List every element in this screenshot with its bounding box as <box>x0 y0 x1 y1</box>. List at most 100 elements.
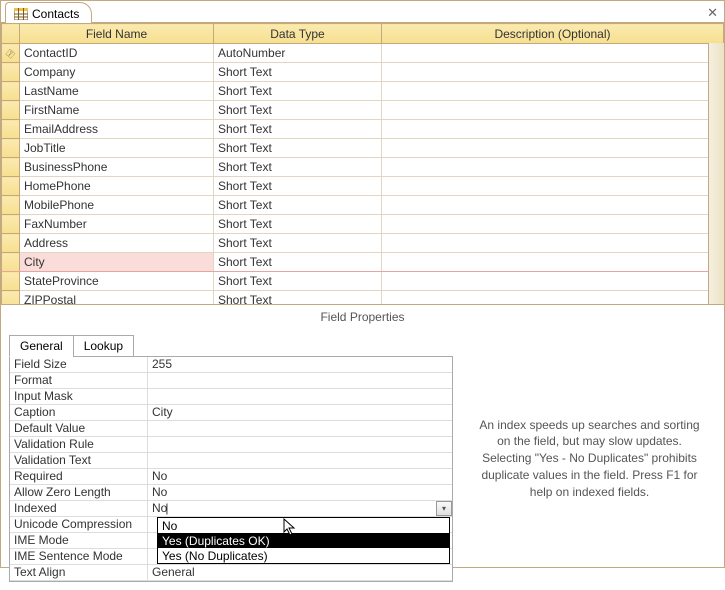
field-name-cell[interactable]: ZIPPostal <box>20 291 214 306</box>
indexed-dropdown-list[interactable]: No Yes (Duplicates OK) Yes (No Duplicate… <box>157 517 450 564</box>
table-row[interactable]: CityShort Text <box>2 253 724 272</box>
data-type-cell[interactable]: Short Text <box>214 177 382 196</box>
description-cell[interactable] <box>382 82 724 101</box>
property-value[interactable] <box>148 421 452 437</box>
field-name-cell[interactable]: HomePhone <box>20 177 214 196</box>
close-icon[interactable]: ✕ <box>707 5 718 21</box>
description-cell[interactable] <box>382 215 724 234</box>
row-selector[interactable] <box>2 196 20 215</box>
data-type-cell[interactable]: Short Text <box>214 101 382 120</box>
field-name-cell[interactable]: Company <box>20 63 214 82</box>
description-cell[interactable] <box>382 291 724 306</box>
row-selector[interactable] <box>2 63 20 82</box>
row-selector[interactable] <box>2 272 20 291</box>
field-name-cell[interactable]: ContactID <box>20 44 214 63</box>
table-row[interactable]: BusinessPhoneShort Text <box>2 158 724 177</box>
property-row[interactable]: Field Size255 <box>10 357 452 373</box>
description-cell[interactable] <box>382 158 724 177</box>
tab-general[interactable]: General <box>9 335 74 357</box>
description-cell[interactable] <box>382 272 724 291</box>
description-cell[interactable] <box>382 139 724 158</box>
row-selector[interactable] <box>2 82 20 101</box>
dropdown-option-yes-nodup[interactable]: Yes (No Duplicates) <box>158 548 449 563</box>
property-value[interactable] <box>148 373 452 389</box>
row-selector[interactable] <box>2 120 20 139</box>
data-type-cell[interactable]: Short Text <box>214 63 382 82</box>
data-type-cell[interactable]: Short Text <box>214 272 382 291</box>
table-row[interactable]: AddressShort Text <box>2 234 724 253</box>
object-tab-contacts[interactable]: Contacts <box>5 2 92 23</box>
field-name-cell[interactable]: City <box>20 253 214 272</box>
table-row[interactable]: ⚿ContactIDAutoNumber <box>2 44 724 63</box>
col-data-type[interactable]: Data Type <box>214 24 382 44</box>
data-type-cell[interactable]: Short Text <box>214 291 382 306</box>
property-row[interactable]: Allow Zero LengthNo <box>10 485 452 501</box>
row-selector[interactable] <box>2 177 20 196</box>
table-row[interactable]: ZIPPostalShort Text <box>2 291 724 306</box>
field-name-cell[interactable]: FirstName <box>20 101 214 120</box>
property-row[interactable]: IndexedNo|▾ <box>10 501 452 517</box>
table-row[interactable]: FaxNumberShort Text <box>2 215 724 234</box>
row-selector[interactable] <box>2 101 20 120</box>
field-name-cell[interactable]: MobilePhone <box>20 196 214 215</box>
field-name-cell[interactable]: StateProvince <box>20 272 214 291</box>
data-type-cell[interactable]: Short Text <box>214 234 382 253</box>
data-type-cell[interactable]: Short Text <box>214 196 382 215</box>
property-value[interactable]: No|▾ <box>148 501 452 517</box>
field-name-cell[interactable]: EmailAddress <box>20 120 214 139</box>
field-name-cell[interactable]: FaxNumber <box>20 215 214 234</box>
vertical-scrollbar[interactable] <box>708 43 724 304</box>
field-name-cell[interactable]: JobTitle <box>20 139 214 158</box>
table-row[interactable]: LastNameShort Text <box>2 82 724 101</box>
property-row[interactable]: Default Value <box>10 421 452 437</box>
property-row[interactable]: Validation Text <box>10 453 452 469</box>
description-cell[interactable] <box>382 253 724 272</box>
property-row[interactable]: Validation Rule <box>10 437 452 453</box>
description-cell[interactable] <box>382 120 724 139</box>
property-row[interactable]: Format <box>10 373 452 389</box>
data-type-cell[interactable]: Short Text <box>214 139 382 158</box>
description-cell[interactable] <box>382 234 724 253</box>
table-row[interactable]: CompanyShort Text <box>2 63 724 82</box>
row-selector[interactable] <box>2 139 20 158</box>
description-cell[interactable] <box>382 44 724 63</box>
col-description[interactable]: Description (Optional) <box>382 24 724 44</box>
data-type-cell[interactable]: Short Text <box>214 215 382 234</box>
field-name-cell[interactable]: Address <box>20 234 214 253</box>
data-type-cell[interactable]: Short Text <box>214 82 382 101</box>
property-value[interactable]: City <box>148 405 452 421</box>
dropdown-button[interactable]: ▾ <box>436 501 452 516</box>
data-type-cell[interactable]: Short Text <box>214 253 382 272</box>
property-value[interactable]: No <box>148 485 452 501</box>
tab-lookup[interactable]: Lookup <box>73 335 134 357</box>
dropdown-option-yes-dup[interactable]: Yes (Duplicates OK) <box>158 533 449 548</box>
data-type-cell[interactable]: Short Text <box>214 158 382 177</box>
data-type-cell[interactable]: AutoNumber <box>214 44 382 63</box>
data-type-cell[interactable]: Short Text <box>214 120 382 139</box>
property-row[interactable]: RequiredNo <box>10 469 452 485</box>
table-row[interactable]: FirstNameShort Text <box>2 101 724 120</box>
row-selector[interactable] <box>2 158 20 177</box>
table-row[interactable]: EmailAddressShort Text <box>2 120 724 139</box>
property-value[interactable]: No <box>148 469 452 485</box>
property-row[interactable]: Text AlignGeneral <box>10 565 452 581</box>
property-value[interactable]: General <box>148 565 452 581</box>
description-cell[interactable] <box>382 101 724 120</box>
property-row[interactable]: CaptionCity <box>10 405 452 421</box>
table-row[interactable]: JobTitleShort Text <box>2 139 724 158</box>
table-row[interactable]: HomePhoneShort Text <box>2 177 724 196</box>
row-selector[interactable] <box>2 253 20 272</box>
description-cell[interactable] <box>382 196 724 215</box>
col-field-name[interactable]: Field Name <box>20 24 214 44</box>
property-value[interactable]: 255 <box>148 357 452 373</box>
field-name-cell[interactable]: LastName <box>20 82 214 101</box>
row-selector[interactable] <box>2 234 20 253</box>
property-value[interactable] <box>148 389 452 405</box>
table-row[interactable]: MobilePhoneShort Text <box>2 196 724 215</box>
description-cell[interactable] <box>382 177 724 196</box>
property-row[interactable]: Input Mask <box>10 389 452 405</box>
row-selector[interactable] <box>2 291 20 306</box>
table-row[interactable]: StateProvinceShort Text <box>2 272 724 291</box>
grid-corner[interactable] <box>2 24 20 44</box>
dropdown-option-no[interactable]: No <box>158 518 449 533</box>
